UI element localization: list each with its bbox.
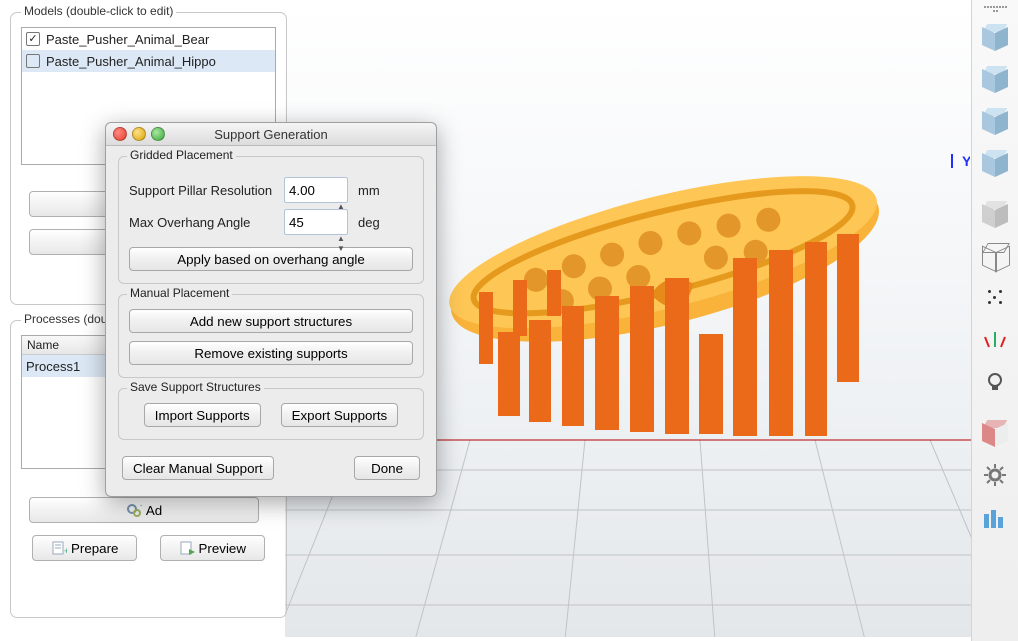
manual-placement-group: Manual Placement Add new support structu… xyxy=(118,294,424,378)
save-supports-group: Save Support Structures Import Supports … xyxy=(118,388,424,440)
done-button[interactable]: Done xyxy=(354,456,420,480)
sheet-play-icon xyxy=(179,540,195,556)
view-cube-1[interactable] xyxy=(977,19,1013,55)
pillar-resolution-label: Support Pillar Resolution xyxy=(129,183,284,198)
supports-icon[interactable] xyxy=(977,499,1013,535)
pillar-resolution-input[interactable] xyxy=(284,177,348,203)
normals-icon[interactable] xyxy=(977,322,1013,358)
add-supports-button[interactable]: Add new support structures xyxy=(129,309,413,333)
unit-label: deg xyxy=(358,215,380,230)
right-toolbar xyxy=(971,0,1018,641)
apply-overhang-button[interactable]: Apply based on overhang angle xyxy=(129,247,413,271)
dialog-title: Support Generation xyxy=(106,127,436,142)
remove-supports-button[interactable]: Remove existing supports xyxy=(129,341,413,365)
view-cube-2[interactable] xyxy=(977,61,1013,97)
shading-points[interactable] xyxy=(977,280,1013,316)
view-cube-4[interactable] xyxy=(977,145,1013,181)
models-panel-title: Models (double-click to edit) xyxy=(21,4,176,18)
settings-icon[interactable] xyxy=(977,457,1013,493)
model-name: Paste_Pusher_Animal_Hippo xyxy=(46,54,216,69)
processes-panel-title: Processes (doub xyxy=(21,312,117,326)
model-row[interactable]: Paste_Pusher_Animal_Hippo xyxy=(22,50,275,72)
axis-indicator: Y xyxy=(948,150,970,170)
add-process-button[interactable]: + Ad xyxy=(29,497,259,523)
lighting-icon[interactable] xyxy=(977,364,1013,400)
import-supports-button[interactable]: Import Supports xyxy=(144,403,261,427)
gears-plus-icon: + xyxy=(126,502,142,518)
overhang-angle-input[interactable] xyxy=(284,209,348,235)
unit-label: mm xyxy=(358,183,380,198)
gridded-placement-group: Gridded Placement Support Pillar Resolut… xyxy=(118,156,424,284)
svg-text:+: + xyxy=(140,502,142,510)
svg-text:Y: Y xyxy=(962,153,970,169)
svg-text:+: + xyxy=(64,546,67,556)
section-icon[interactable] xyxy=(977,415,1013,451)
model-row[interactable]: ✓ Paste_Pusher_Animal_Bear xyxy=(22,28,275,50)
checkbox-icon[interactable]: ✓ xyxy=(26,32,40,46)
toolbar-grip xyxy=(983,6,1007,12)
shading-solid[interactable] xyxy=(977,196,1013,232)
preview-button[interactable]: Preview xyxy=(160,535,265,561)
prepare-button[interactable]: + Prepare xyxy=(32,535,137,561)
model-name: Paste_Pusher_Animal_Bear xyxy=(46,32,209,47)
view-cube-3[interactable] xyxy=(977,103,1013,139)
checkbox-icon[interactable] xyxy=(26,54,40,68)
shading-wireframe[interactable] xyxy=(977,238,1013,274)
overhang-angle-label: Max Overhang Angle xyxy=(129,215,284,230)
support-generation-dialog: Support Generation Gridded Placement Sup… xyxy=(105,122,437,497)
spin-down-icon[interactable]: ▼ xyxy=(336,245,346,255)
export-supports-button[interactable]: Export Supports xyxy=(281,403,399,427)
dialog-titlebar[interactable]: Support Generation xyxy=(106,123,436,146)
sheet-plus-icon: + xyxy=(51,540,67,556)
clear-manual-button[interactable]: Clear Manual Support xyxy=(122,456,274,480)
